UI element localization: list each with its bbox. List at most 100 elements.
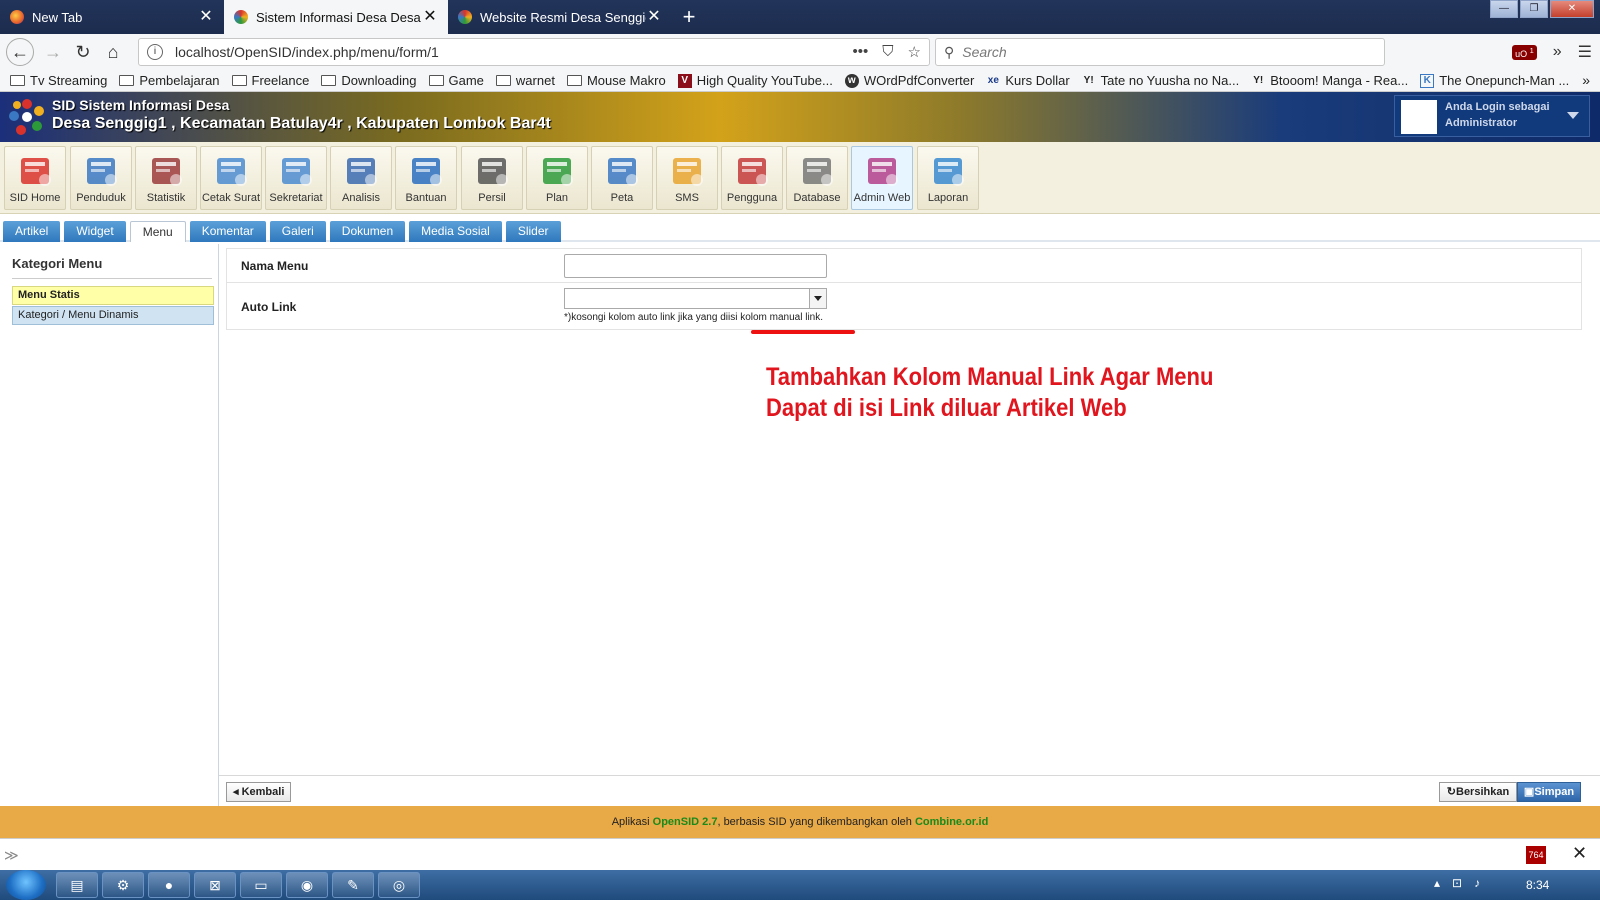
map-icon [478,158,508,186]
browser-tab[interactable]: New Tab ✕ [0,0,224,34]
module-label: Persil [478,192,506,204]
module-plan-button[interactable]: Plan [526,146,588,210]
tab-galeri[interactable]: Galeri [269,221,326,242]
module-analisis-button[interactable]: Analisis [330,146,392,210]
bookmark-item[interactable]: Y! Btooom! Manga - Rea... [1251,73,1408,88]
module-admin-web-button[interactable]: Admin Web [851,146,913,210]
module-database-button[interactable]: Database [786,146,848,210]
bookmark-item[interactable]: Y! Tate no Yuusha no Na... [1082,73,1240,88]
expand-chevron-icon[interactable]: ≫ [4,847,19,864]
sidebar-item-menu-dinamis[interactable]: Kategori / Menu Dinamis [12,306,214,325]
xampp-taskbar-icon[interactable]: ⊠ [194,872,236,898]
tray-arrow-icon[interactable]: ▴ [1434,876,1440,890]
module-cetak-surat-button[interactable]: Cetak Surat [200,146,262,210]
app-taskbar-icon[interactable]: ◎ [378,872,420,898]
info-icon[interactable]: i [147,44,163,60]
close-icon[interactable]: ✕ [646,9,662,25]
module-sms-button[interactable]: SMS [656,146,718,210]
status-badge[interactable]: 764 [1526,846,1546,864]
browser-tab-active[interactable]: Sistem Informasi Desa Desa Sen ✕ [224,0,448,34]
explorer-taskbar-icon[interactable]: ▤ [56,872,98,898]
chevron-down-icon [1567,112,1579,119]
form-actions: ◂ Kembali ↻Bersihkan ▣Simpan [219,775,1600,806]
browser-tab[interactable]: Website Resmi Desa Senggig1 ✕ [448,0,672,34]
bookmark-label: Pembelajaran [139,73,220,88]
bookmark-item[interactable]: Downloading [321,73,417,88]
tab-komentar[interactable]: Komentar [189,221,266,242]
module-sid-home-button[interactable]: SID Home [4,146,66,210]
auto-link-select[interactable] [564,288,827,309]
module-pengguna-button[interactable]: Pengguna [721,146,783,210]
firefox-taskbar-icon[interactable]: ◉ [286,872,328,898]
home-button[interactable]: ⌂ [98,37,128,67]
bookmark-item[interactable]: K The Onepunch-Man ... [1420,73,1569,88]
tab-media-sosial[interactable]: Media Sosial [409,221,502,242]
plan-icon [543,158,573,186]
start-button[interactable] [6,870,46,900]
module-penduduk-button[interactable]: Penduduk [70,146,132,210]
ublock-icon[interactable]: uO 1 [1512,44,1537,60]
new-tab-button[interactable]: + [672,0,706,34]
module-peta-button[interactable]: Peta [591,146,653,210]
close-icon[interactable]: ✕ [422,9,438,25]
module-bantuan-button[interactable]: Bantuan [395,146,457,210]
minimize-button[interactable]: — [1490,0,1518,18]
close-icon[interactable]: ✕ [198,9,214,25]
bookmark-item[interactable]: Pembelajaran [119,73,220,88]
maximize-button[interactable]: ❐ [1520,0,1548,18]
tab-slider[interactable]: Slider [505,221,561,242]
module-laporan-button[interactable]: Laporan [917,146,979,210]
tab-widget[interactable]: Widget [64,221,126,242]
save-button[interactable]: ▣Simpan [1517,782,1581,802]
forward-button[interactable]: → [38,37,68,67]
module-label: Plan [545,192,569,204]
bookmark-item[interactable]: xe Kurs Dollar [986,73,1070,88]
module-persil-button[interactable]: Persil [461,146,523,210]
menu-hamburger-icon[interactable]: ☰ [1578,42,1592,62]
sidebar-item-menu-statis[interactable]: Menu Statis [12,286,214,305]
bookmark-item[interactable]: Game [428,73,484,88]
app-taskbar-icon[interactable]: ● [148,872,190,898]
bookmark-item[interactable]: Freelance [231,73,309,88]
back-to-list-button[interactable]: ◂ Kembali [226,782,292,802]
analysis-icon [347,158,377,186]
address-bar[interactable]: i localhost/OpenSID/index.php/menu/form/… [138,38,930,66]
notepad-taskbar-icon[interactable]: ✎ [332,872,374,898]
bookmarks-overflow-icon[interactable]: » [1582,72,1590,88]
dropdown-arrow-icon[interactable] [809,289,826,308]
network-icon[interactable]: ⊡ [1452,876,1462,890]
credit-app-link[interactable]: OpenSID 2.7 [653,816,718,828]
app-taskbar-icon[interactable]: ⚙ [102,872,144,898]
back-button[interactable]: ← [6,38,34,66]
pocket-icon[interactable]: ⛉ [882,43,893,61]
page-actions-icon[interactable]: ••• [853,43,869,61]
nama-menu-input[interactable] [564,254,827,278]
clear-button[interactable]: ↻Bersihkan [1439,782,1517,802]
credit-org-link[interactable]: Combine.or.id [915,816,988,828]
bookmark-item[interactable]: V High Quality YouTube... [677,73,833,88]
window-close-button[interactable]: ✕ [1550,0,1594,18]
save-label: Simpan [1534,786,1575,798]
browser-navbar: ← → ↻ ⌂ i localhost/OpenSID/index.php/me… [0,34,1600,70]
window-taskbar-icon[interactable]: ▭ [240,872,282,898]
search-input[interactable]: ⚲ Search [935,38,1385,66]
form-row-nama-menu: Nama Menu [227,249,1581,283]
module-statistik-button[interactable]: Statistik [135,146,197,210]
bookmark-item[interactable]: Mouse Makro [566,73,666,88]
globe-icon [608,158,638,186]
user-menu[interactable]: Anda Login sebagai Administrator [1394,95,1590,137]
clock[interactable]: 8:34 [1526,878,1549,892]
tab-menu[interactable]: Menu [129,221,186,242]
tab-dokumen[interactable]: Dokumen [329,221,406,242]
module-sekretariat-button[interactable]: Sekretariat [265,146,327,210]
bookmark-item[interactable]: Tv Streaming [10,73,107,88]
url-text[interactable]: localhost/OpenSID/index.php/menu/form/1 [175,44,853,60]
close-icon[interactable]: ✕ [1572,843,1587,864]
bookmark-star-icon[interactable]: ☆ [908,43,921,61]
bookmark-item[interactable]: w WOrdPdfConverter [844,73,974,88]
bookmark-item[interactable]: warnet [495,73,555,88]
reload-button[interactable]: ↻ [68,37,98,67]
volume-icon[interactable]: ♪ [1474,876,1480,890]
overflow-chevron-icon[interactable]: » [1553,43,1562,61]
tab-artikel[interactable]: Artikel [3,221,61,242]
